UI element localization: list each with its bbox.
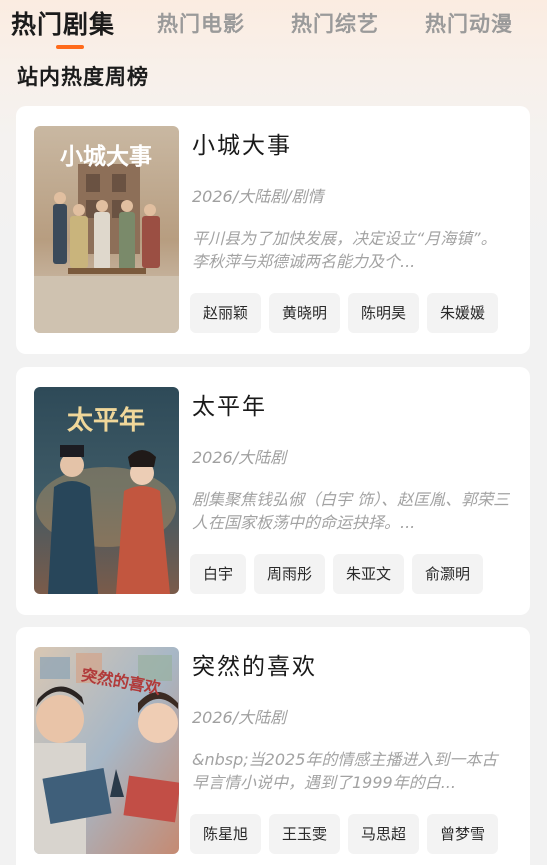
show-description: 平川县为了加快发展，决定设立“月海镇”。李秋萍与郑德诚两名能力及个... bbox=[192, 229, 497, 271]
cast-chip[interactable]: 周雨彤 bbox=[254, 554, 326, 594]
cast-chip[interactable]: 曾梦雪 bbox=[427, 814, 499, 854]
show-card[interactable]: 太平年 太平年 2026/大陆剧 剧集聚焦钱弘俶（白宇 饰）、赵匡胤、郭荣三人在… bbox=[16, 367, 530, 615]
cast-chip[interactable]: 陈明昊 bbox=[348, 293, 420, 333]
show-description: 剧集聚焦钱弘俶（白宇 饰）、赵匡胤、郭荣三人在国家板荡中的命运抉择。... bbox=[192, 490, 510, 532]
cast-chip[interactable]: 白宇 bbox=[190, 554, 247, 594]
cast-chip[interactable]: 朱媛媛 bbox=[427, 293, 499, 333]
poster-title-text: 小城大事 bbox=[60, 143, 152, 170]
cast-chip[interactable]: 王玉雯 bbox=[269, 814, 341, 854]
active-tab-indicator bbox=[56, 45, 84, 49]
cast-chip[interactable]: 陈星旭 bbox=[190, 814, 262, 854]
cast-list: 白宇 周雨彤 朱亚文 俞灏明 bbox=[190, 554, 512, 596]
cast-list: 陈星旭 王玉雯 马思超 曾梦雪 bbox=[190, 814, 512, 856]
poster-image[interactable]: 小城大事 bbox=[34, 126, 179, 333]
show-meta: 2026/大陆剧 bbox=[192, 708, 287, 727]
tab-hot-movies[interactable]: 热门电影 bbox=[157, 8, 245, 38]
cast-chip[interactable]: 黄晓明 bbox=[269, 293, 341, 333]
show-description: &nbsp;当2025年的情感主播进入到一本古早言情小说中，遇到了1999年的白… bbox=[192, 750, 498, 792]
tab-hot-variety[interactable]: 热门综艺 bbox=[291, 8, 379, 38]
show-title[interactable]: 小城大事 bbox=[192, 126, 292, 160]
show-title[interactable]: 突然的喜欢 bbox=[192, 647, 317, 681]
tab-hot-series[interactable]: 热门剧集 bbox=[11, 5, 115, 41]
cast-chip[interactable]: 马思超 bbox=[348, 814, 420, 854]
cast-chip[interactable]: 赵丽颖 bbox=[190, 293, 262, 333]
poster-title-text: 太平年 bbox=[67, 405, 145, 436]
cast-list: 赵丽颖 黄晓明 陈明昊 朱媛媛 bbox=[190, 293, 512, 335]
show-card[interactable]: 小城大事 小城大事 2026/大陆剧/剧情 平川县为了加快发展，决定设立“月海镇… bbox=[16, 106, 530, 354]
cast-chip[interactable]: 朱亚文 bbox=[333, 554, 405, 594]
show-meta: 2026/大陆剧 bbox=[192, 448, 287, 467]
cast-chip[interactable]: 俞灏明 bbox=[412, 554, 484, 594]
poster-image[interactable]: 太平年 bbox=[34, 387, 179, 594]
show-title[interactable]: 太平年 bbox=[192, 387, 267, 421]
show-meta: 2026/大陆剧/剧情 bbox=[192, 187, 324, 206]
page: 热门剧集 热门电影 热门综艺 热门动漫 站内热度周榜 小城大事 小城大事 202… bbox=[0, 0, 547, 865]
show-card[interactable]: 突然的喜欢 突然的喜欢 2026/大陆剧 &nbsp;当2025年的情感主播进入… bbox=[16, 627, 530, 865]
category-tabs: 热门剧集 热门电影 热门综艺 热门动漫 bbox=[0, 0, 547, 52]
poster-image[interactable]: 突然的喜欢 bbox=[34, 647, 179, 854]
tab-hot-anime[interactable]: 热门动漫 bbox=[425, 8, 513, 38]
section-title: 站内热度周榜 bbox=[17, 65, 149, 89]
